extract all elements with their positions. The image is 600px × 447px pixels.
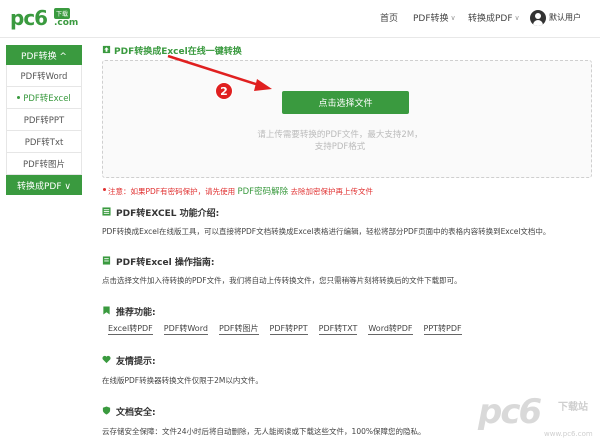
recommend-link-ppt-to-pdf[interactable]: PPT转PDF — [423, 324, 462, 335]
bookmark-icon — [103, 306, 110, 315]
recommend-link-pdf-to-word[interactable]: PDF转Word — [163, 324, 208, 335]
recommend-link-pdf-to-ppt[interactable]: PDF转PPT — [269, 324, 308, 335]
tips-text: 在线版PDF转换器转换文件仅限于2M以内文件。 — [102, 376, 263, 385]
notice-bullet-icon — [103, 188, 106, 191]
intro-title: PDF转EXCEL 功能介绍: — [116, 209, 220, 219]
recommend-link-pdf-to-txt[interactable]: PDF转TXT — [318, 324, 358, 335]
recommend-link-pdf-to-image[interactable]: PDF转图片 — [218, 324, 259, 335]
recommend-title: 推荐功能: — [116, 308, 156, 318]
annotation-arrow-icon — [167, 54, 272, 91]
intro-text: PDF转换成Excel在线版工具，可以直接将PDF文档转换成Excel表格进行编… — [102, 227, 551, 236]
notice-prefix: 注意：如果PDF有密码保护，请先使用 — [108, 187, 236, 196]
tips-title: 友情提示: — [116, 357, 156, 367]
pdf-password-remove-link[interactable]: PDF密码解除 — [238, 187, 289, 197]
security-text: 云存储安全保障：文件24小时后将自动删除，无人能阅读或下载这些文件，100%保障… — [102, 427, 426, 436]
heart-icon — [102, 355, 111, 364]
watermark-url: www.pc6.com — [544, 430, 593, 438]
recommend-link-excel-to-pdf[interactable]: Excel转PDF — [108, 324, 153, 335]
step-number-badge: 2 — [215, 82, 233, 100]
password-notice: 注意：如果PDF有密码保护，请先使用 PDF密码解除 去除加密保护再上传文件 — [108, 185, 373, 197]
guide-text: 点击选择文件加入待转换的PDF文件，我们将自动上传转换文件，您只需稍等片刻将转换… — [102, 276, 462, 285]
shield-icon — [102, 406, 111, 415]
list-icon — [102, 207, 111, 216]
notice-suffix: 去除加密保护再上传文件 — [290, 187, 373, 196]
recommend-link-word-to-pdf[interactable]: Word转PDF — [368, 324, 413, 335]
watermark-text: 下载站 — [558, 402, 588, 413]
site-watermark: pc6 下载站 www.pc6.com — [478, 392, 596, 444]
guide-title: PDF转Excel 操作指南: — [116, 258, 215, 268]
watermark-logo: pc6 — [478, 392, 542, 432]
security-title: 文档安全: — [116, 408, 156, 418]
document-icon — [102, 256, 111, 265]
recommend-links: Excel转PDF PDF转Word PDF转图片 PDF转PPT PDF转TX… — [108, 324, 473, 335]
